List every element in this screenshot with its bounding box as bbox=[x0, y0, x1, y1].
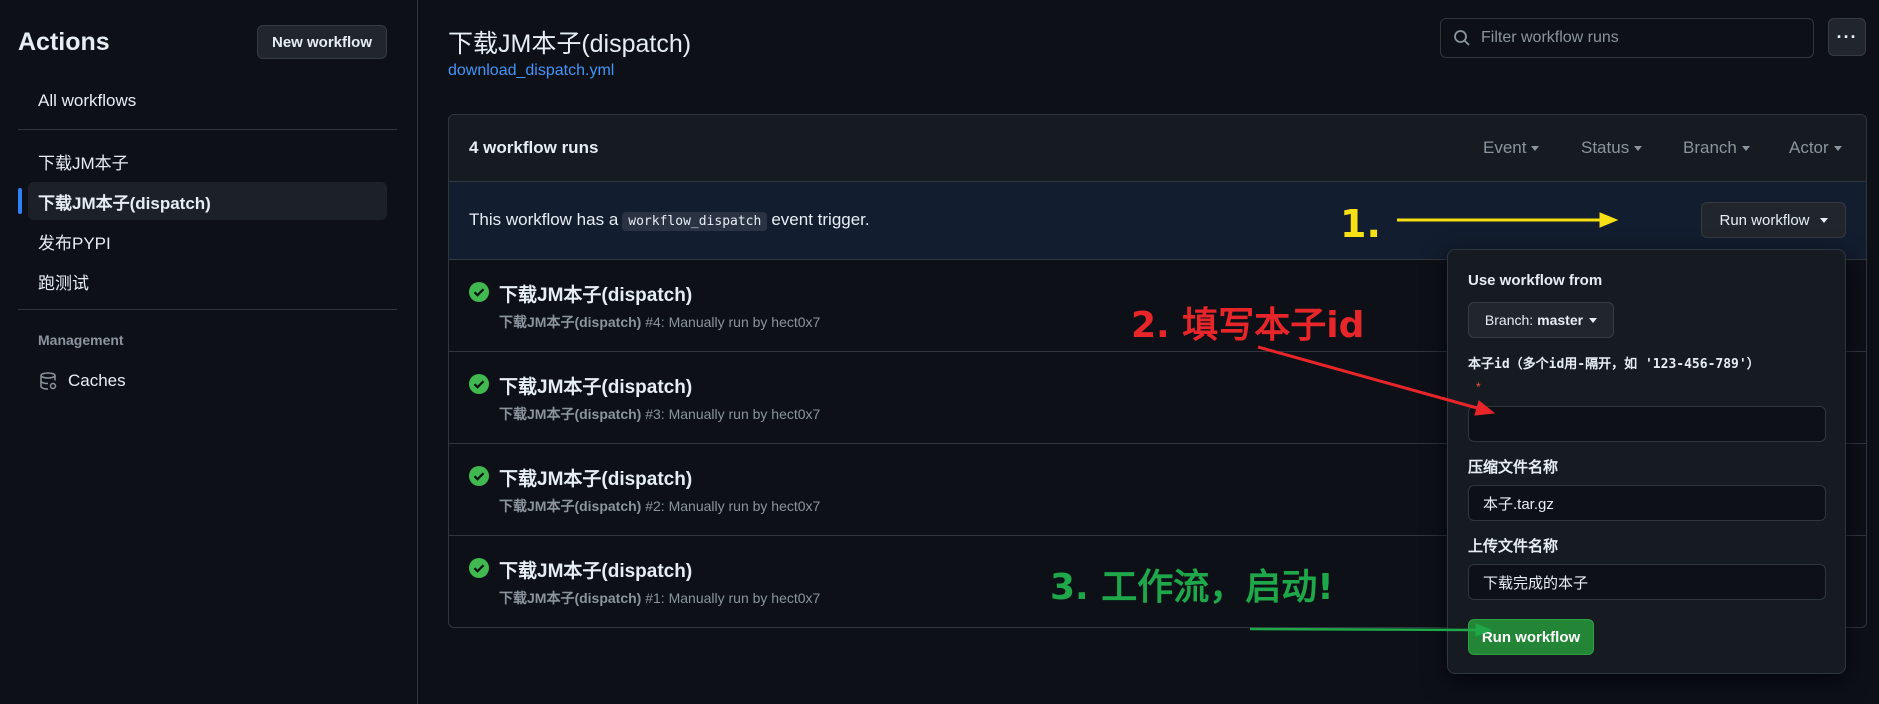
search-icon bbox=[1454, 30, 1470, 46]
chevron-down-icon bbox=[1589, 317, 1598, 323]
run-workflow-label: Run workflow bbox=[1719, 211, 1810, 229]
sidebar-divider bbox=[18, 129, 397, 130]
run-detail: #4: Manually run by hect0x7 bbox=[645, 314, 821, 330]
check-circle-icon bbox=[469, 558, 489, 578]
run-detail: #1: Manually run by hect0x7 bbox=[645, 590, 821, 606]
run-title[interactable]: 下载JM本子(dispatch) bbox=[499, 464, 692, 491]
filter-workflow-runs-input[interactable]: Filter workflow runs bbox=[1440, 18, 1814, 58]
run-workflow-name: 下载JM本子(dispatch) bbox=[499, 406, 642, 422]
chevron-down-icon bbox=[1833, 145, 1842, 151]
dispatch-suffix: event trigger. bbox=[771, 210, 870, 229]
run-detail: #3: Manually run by hect0x7 bbox=[645, 406, 821, 422]
status-filter-dropdown[interactable]: Status bbox=[1581, 138, 1643, 158]
branch-prefix: Branch: bbox=[1484, 312, 1534, 328]
use-workflow-from-label: Use workflow from bbox=[1468, 272, 1603, 289]
run-workflow-dropdown-button[interactable]: Run workflow bbox=[1701, 202, 1846, 238]
sidebar-item-all-workflows[interactable]: All workflows bbox=[28, 82, 387, 120]
annotation-step1: 1. bbox=[1340, 202, 1381, 246]
upload-name-input[interactable] bbox=[1468, 564, 1826, 600]
chevron-down-icon bbox=[1634, 145, 1643, 151]
management-heading: Management bbox=[38, 332, 124, 348]
required-marker: * bbox=[1476, 380, 1481, 394]
dispatch-text: This workflow has a workflow_dispatch even… bbox=[469, 210, 870, 231]
workflow-file-link[interactable]: download_dispatch.yml bbox=[448, 62, 614, 80]
sidebar-item-download-jm-dispatch[interactable]: 下载JM本子(dispatch) bbox=[18, 182, 387, 220]
sidebar-item-run-tests[interactable]: 跑测试 bbox=[28, 262, 387, 300]
more-options-button[interactable]: ··· bbox=[1828, 18, 1866, 56]
comic-id-input[interactable] bbox=[1468, 406, 1826, 442]
check-circle-icon bbox=[469, 466, 489, 486]
archive-name-label: 压缩文件名称 bbox=[1468, 459, 1559, 476]
run-subtitle: 下载JM本子(dispatch) #1: Manually run by hec… bbox=[499, 588, 820, 608]
run-workflow-submit-button[interactable]: Run workflow bbox=[1468, 619, 1594, 655]
dispatch-code: workflow_dispatch bbox=[622, 212, 768, 231]
sidebar-item-download-jm[interactable]: 下载JM本子 bbox=[28, 142, 387, 180]
branch-value: master bbox=[1537, 312, 1584, 328]
branch-filter-label: Branch bbox=[1683, 138, 1737, 157]
check-circle-icon bbox=[469, 374, 489, 394]
sidebar-item-publish-pypi[interactable]: 发布PYPI bbox=[28, 222, 387, 260]
chevron-down-icon bbox=[1819, 217, 1828, 223]
run-subtitle: 下载JM本子(dispatch) #3: Manually run by hec… bbox=[499, 404, 820, 424]
sidebar-item-caches[interactable]: Caches bbox=[28, 362, 387, 400]
actor-filter-label: Actor bbox=[1789, 138, 1829, 157]
run-workflow-name: 下载JM本子(dispatch) bbox=[499, 314, 642, 330]
run-title[interactable]: 下载JM本子(dispatch) bbox=[499, 556, 692, 583]
new-workflow-button[interactable]: New workflow bbox=[257, 25, 387, 59]
run-detail: #2: Manually run by hect0x7 bbox=[645, 498, 821, 514]
run-subtitle: 下载JM本子(dispatch) #2: Manually run by hec… bbox=[499, 496, 820, 516]
run-subtitle: 下载JM本子(dispatch) #4: Manually run by hec… bbox=[499, 312, 820, 332]
upload-name-label: 上传文件名称 bbox=[1468, 538, 1559, 555]
annotation-step2: 2. 填写本子id bbox=[1131, 305, 1365, 346]
actor-filter-dropdown[interactable]: Actor bbox=[1789, 138, 1842, 158]
chevron-down-icon bbox=[1741, 145, 1750, 151]
caches-label: Caches bbox=[68, 371, 126, 390]
dispatch-prefix: This workflow has a bbox=[469, 210, 619, 229]
run-workflow-name: 下载JM本子(dispatch) bbox=[499, 498, 642, 514]
run-title[interactable]: 下载JM本子(dispatch) bbox=[499, 372, 692, 399]
sidebar: Actions New workflow All workflows 下载JM本… bbox=[0, 0, 418, 704]
branch-filter-dropdown[interactable]: Branch bbox=[1683, 138, 1750, 158]
runs-count: 4 workflow runs bbox=[469, 138, 599, 157]
page-title: 下载JM本子(dispatch) bbox=[448, 30, 692, 58]
event-filter-dropdown[interactable]: Event bbox=[1483, 138, 1540, 158]
archive-name-input[interactable] bbox=[1468, 485, 1826, 521]
status-filter-label: Status bbox=[1581, 138, 1630, 157]
annotation-step3: 3. 工作流，启动! bbox=[1050, 567, 1334, 608]
filter-placeholder: Filter workflow runs bbox=[1481, 29, 1619, 46]
check-circle-icon bbox=[469, 282, 489, 302]
comic-id-label: 本子id（多个id用-隔开，如 '123-456-789'） bbox=[1468, 357, 1760, 372]
event-filter-label: Event bbox=[1483, 138, 1527, 157]
database-icon bbox=[40, 372, 57, 390]
runs-header: 4 workflow runs Event Status Branch Acto… bbox=[449, 115, 1866, 182]
chevron-down-icon bbox=[1531, 145, 1540, 151]
branch-select-button[interactable]: Branch: master bbox=[1468, 302, 1614, 338]
run-title[interactable]: 下载JM本子(dispatch) bbox=[499, 280, 692, 307]
run-workflow-panel: Use workflow from Branch: master 本子id（多个i… bbox=[1447, 249, 1846, 674]
sidebar-title: Actions bbox=[18, 28, 110, 56]
run-workflow-name: 下载JM本子(dispatch) bbox=[499, 590, 642, 606]
sidebar-divider bbox=[18, 309, 397, 310]
